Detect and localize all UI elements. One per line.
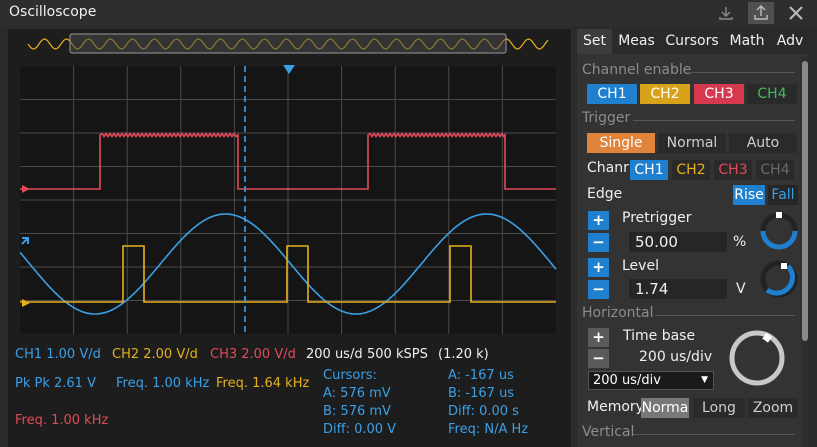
enable-ch3-button[interactable]: CH3 <box>694 84 744 104</box>
ch1-scale: CH1 1.00 V/d <box>15 347 101 362</box>
chevron-down-icon: ▼ <box>701 375 708 385</box>
level-increase-button[interactable]: + <box>588 258 609 277</box>
section-channel-enable: Channel enable <box>582 62 692 78</box>
export-icon <box>754 5 768 20</box>
ch1-pkpk: Pk Pk 2.61 V <box>15 376 96 391</box>
timebase-value: 200 us/div <box>639 349 713 365</box>
window-title: Oscilloscope <box>9 4 97 20</box>
tab-bar: Set Meas Cursors Math Adv <box>577 29 809 54</box>
cursor-a-voltage: A: 576 mV <box>323 386 391 401</box>
cursor-diff-time: Diff: 0.00 s <box>448 404 519 419</box>
timebase-decrease-button[interactable]: − <box>588 349 609 368</box>
trigger-single-button[interactable]: Single <box>587 133 655 153</box>
edge-label: Edge <box>587 186 623 202</box>
timebase-readout: 200 us/d <box>306 347 363 362</box>
section-vertical: Vertical <box>582 424 635 440</box>
ch2-freq: Freq. 1.64 kHz <box>216 376 310 391</box>
pretrigger-decrease-button[interactable]: − <box>588 233 609 252</box>
trigger-auto-button[interactable]: Auto <box>729 133 797 153</box>
trigger-ch1-button[interactable]: CH1 <box>630 160 668 180</box>
cursor-diff-voltage: Diff: 0.00 V <box>323 422 397 437</box>
trigger-channel-label: Chanr <box>587 160 629 176</box>
cursor-b-voltage: B: 576 mV <box>323 404 391 419</box>
timebase-knob[interactable] <box>725 326 789 390</box>
overview-window[interactable] <box>69 33 507 54</box>
memory-long-button[interactable]: Long <box>693 398 745 418</box>
scope-area: CH1 1.00 V/d CH2 2.00 V/d CH3 2.00 V/d 2… <box>8 29 571 447</box>
level-decrease-button[interactable]: − <box>588 280 609 299</box>
level-knob[interactable] <box>757 257 801 301</box>
tab-adv[interactable]: Adv <box>771 29 809 54</box>
trigger-ch3-button[interactable]: CH3 <box>714 160 752 180</box>
pretrigger-value[interactable]: 50.00 <box>629 232 727 252</box>
ch3-scale: CH3 2.00 V/d <box>210 347 296 362</box>
cursor-b-time: B: -167 us <box>448 386 515 401</box>
export-button[interactable] <box>748 2 774 24</box>
waveform-display[interactable] <box>8 31 571 342</box>
ch3-freq: Freq. 1.00 kHz <box>15 413 109 428</box>
pretrigger-increase-button[interactable]: + <box>588 211 609 230</box>
trigger-ch4-button[interactable]: CH4 <box>756 160 794 180</box>
edge-rise-button[interactable]: Rise <box>733 185 765 205</box>
memory-label: Memory <box>587 399 644 415</box>
scrollbar-thumb[interactable] <box>802 61 808 341</box>
enable-ch1-button[interactable]: CH1 <box>587 84 637 104</box>
timebase-label: Time base <box>623 328 696 344</box>
section-horizontal: Horizontal <box>582 305 654 321</box>
close-button[interactable] <box>783 2 809 24</box>
tab-set[interactable]: Set <box>577 29 612 54</box>
timebase-select[interactable]: 200 us/div ▼ <box>588 371 714 390</box>
level-value[interactable]: 1.74 <box>629 279 727 299</box>
cursors-title: Cursors: <box>323 368 377 383</box>
pretrigger-knob[interactable] <box>757 209 801 253</box>
pretrigger-unit: % <box>733 234 747 250</box>
ch1-freq: Freq. 1.00 kHz <box>116 376 210 391</box>
tab-math[interactable]: Math <box>723 29 771 54</box>
tab-meas[interactable]: Meas <box>612 29 661 54</box>
samples-readout: (1.20 k) <box>438 347 489 362</box>
samplerate-readout: 500 kSPS <box>367 347 428 362</box>
edge-fall-button[interactable]: Fall <box>768 185 798 205</box>
timebase-select-value: 200 us/div <box>593 373 661 388</box>
level-label: Level <box>622 258 659 274</box>
enable-ch4-button[interactable]: CH4 <box>747 84 797 104</box>
title-bar: Oscilloscope <box>0 0 817 26</box>
pretrigger-label: Pretrigger <box>622 210 692 226</box>
trigger-normal-button[interactable]: Normal <box>658 133 726 153</box>
cursor-freq: Freq: N/A Hz <box>448 422 529 437</box>
download-icon <box>719 7 733 20</box>
memory-zoom-button[interactable]: Zoom <box>748 398 798 418</box>
settings-panel: Set Meas Cursors Math Adv Channel enable… <box>577 29 809 447</box>
timebase-increase-button[interactable]: + <box>588 328 609 347</box>
cursor-a-time: A: -167 us <box>448 368 514 383</box>
close-icon <box>789 6 803 20</box>
panel-scrollbar[interactable] <box>801 57 809 447</box>
download-button[interactable] <box>713 2 739 24</box>
level-unit: V <box>736 281 746 297</box>
memory-normal-button[interactable]: Norma <box>641 398 689 418</box>
ch2-scale: CH2 2.00 V/d <box>112 347 198 362</box>
enable-ch2-button[interactable]: CH2 <box>640 84 690 104</box>
trigger-ch2-button[interactable]: CH2 <box>672 160 710 180</box>
tab-cursors[interactable]: Cursors <box>661 29 723 54</box>
section-trigger: Trigger <box>582 110 631 126</box>
